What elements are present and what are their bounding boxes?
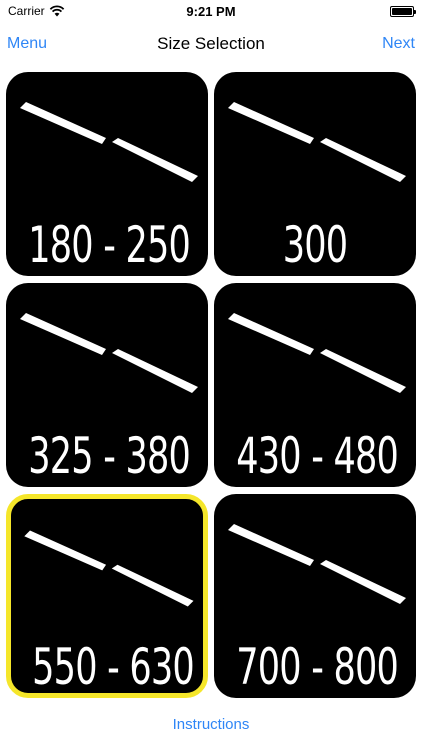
size-tile[interactable]: 325 - 380 bbox=[6, 283, 208, 487]
size-tile-selected[interactable]: 550 - 630 bbox=[6, 494, 208, 698]
page-title: Size Selection bbox=[157, 34, 265, 53]
size-label: 430 - 480 bbox=[236, 427, 399, 485]
blade-icon bbox=[228, 102, 406, 182]
instructions-link[interactable]: Instructions bbox=[0, 716, 422, 733]
size-tile[interactable]: 300 bbox=[214, 72, 416, 276]
menu-button[interactable]: Menu bbox=[7, 35, 47, 53]
screen: Carrier 9:21 PM Menu Size Selection Next… bbox=[0, 0, 422, 750]
size-tile[interactable]: 700 - 800 bbox=[214, 494, 416, 698]
carrier-label: Carrier bbox=[8, 4, 45, 18]
navigation-bar: Menu Size Selection Next bbox=[0, 22, 422, 66]
size-label: 300 bbox=[282, 216, 348, 274]
size-tile[interactable]: 180 - 250 bbox=[6, 72, 208, 276]
size-label: 325 - 380 bbox=[28, 427, 191, 485]
battery-icon bbox=[390, 5, 416, 17]
blade-icon bbox=[228, 313, 406, 393]
size-tile[interactable]: 430 - 480 bbox=[214, 283, 416, 487]
blade-icon bbox=[20, 102, 198, 182]
size-label: 180 - 250 bbox=[28, 216, 191, 274]
size-grid: 180 - 250 300 325 - 380 430 - 480 550 - … bbox=[6, 72, 416, 698]
status-left: Carrier bbox=[8, 4, 65, 18]
next-button[interactable]: Next bbox=[382, 35, 415, 53]
size-label: 700 - 800 bbox=[236, 638, 399, 696]
blade-icon bbox=[24, 530, 194, 607]
blade-icon bbox=[20, 313, 198, 393]
wifi-icon bbox=[49, 5, 64, 17]
blade-icon bbox=[228, 524, 406, 604]
status-bar: Carrier 9:21 PM bbox=[0, 0, 422, 22]
size-label: 550 - 630 bbox=[32, 638, 195, 696]
